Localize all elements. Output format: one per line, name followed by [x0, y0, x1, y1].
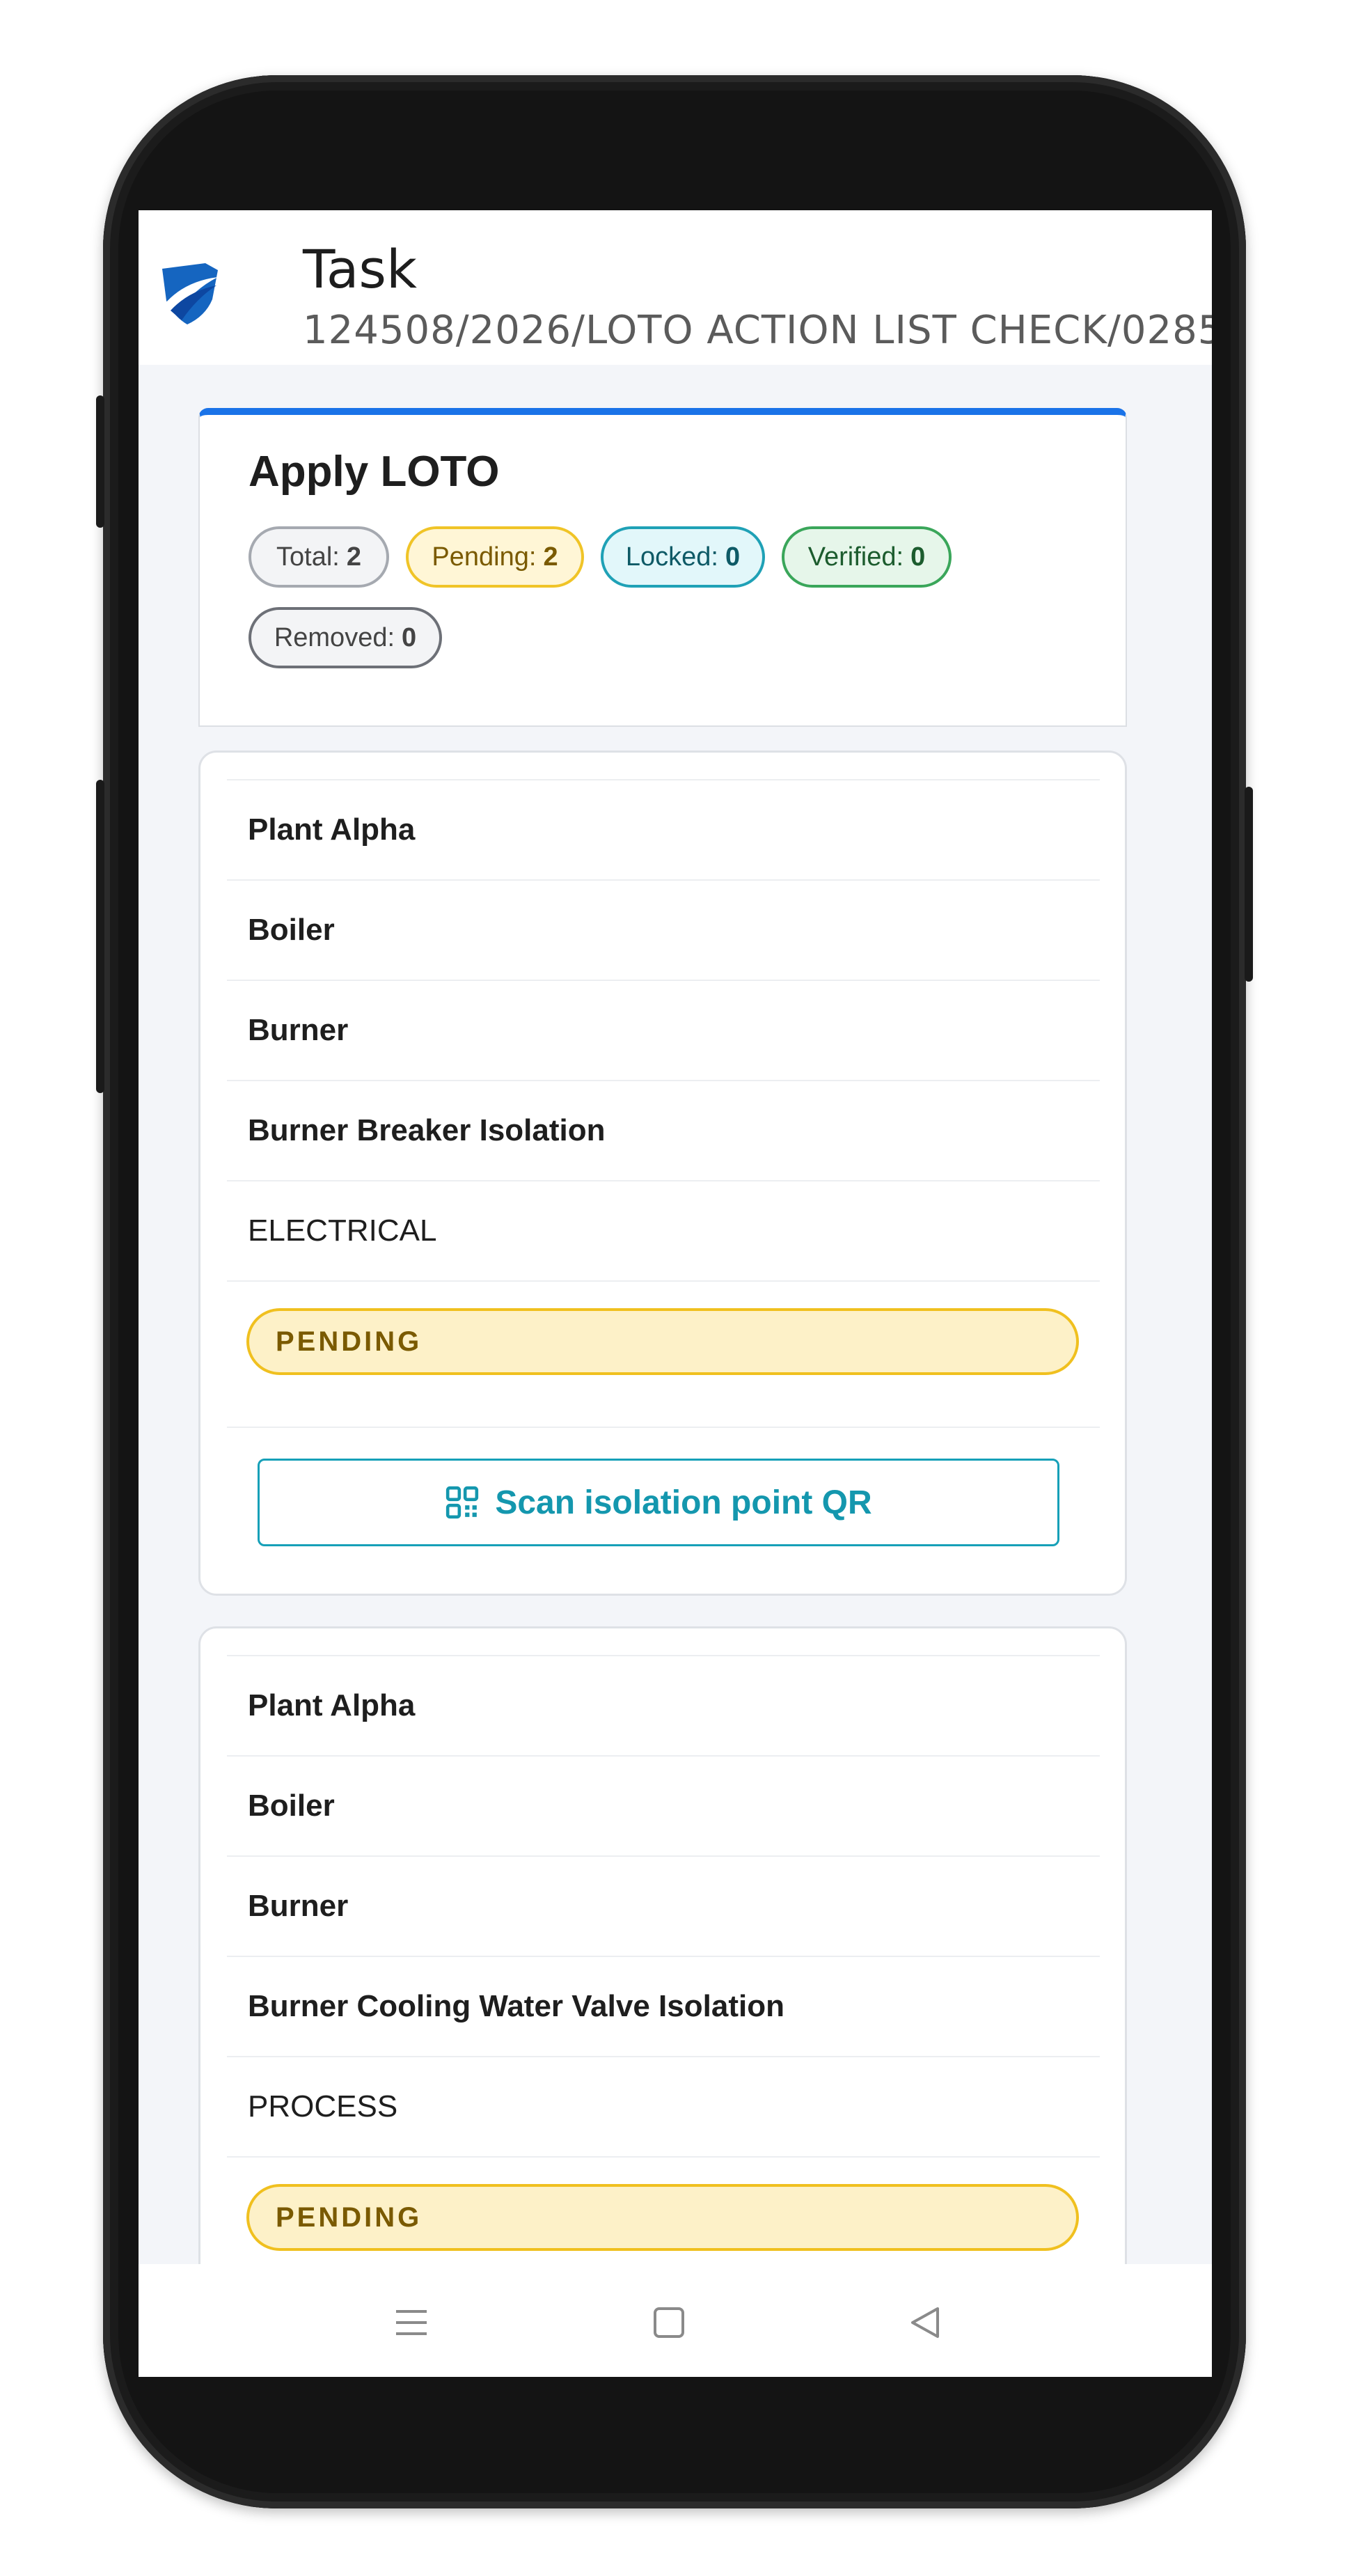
removed-value: 0: [402, 622, 417, 652]
scan-qr-label: Scan isolation point QR: [495, 1484, 872, 1521]
equipment-row: Burner: [227, 980, 1100, 1080]
removed-count-badge: Removed: 0: [248, 607, 442, 668]
total-count-badge: Total: 2: [248, 526, 389, 588]
status-badge: PENDING: [246, 2184, 1079, 2251]
total-value: 2: [346, 542, 361, 572]
removed-label: Removed:: [274, 622, 395, 652]
verified-label: Verified:: [807, 542, 904, 572]
isolation-name: Burner Cooling Water Valve Isolation: [248, 1989, 784, 2023]
locked-value: 0: [725, 542, 741, 572]
page-title: Task: [303, 238, 418, 300]
back-triangle-icon[interactable]: [906, 2303, 945, 2342]
volume-up-button: [96, 395, 104, 528]
volume-down-button: [96, 780, 104, 1093]
status-text: PENDING: [276, 2201, 423, 2233]
system-nav-bar: [139, 2264, 1212, 2377]
home-square-icon[interactable]: [649, 2303, 688, 2342]
type-row: PROCESS: [227, 2056, 1100, 2156]
isolation-type: ELECTRICAL: [248, 1214, 437, 1248]
equipment-name: Burner: [248, 1013, 349, 1047]
app-header: Task 124508/2026/LOTO ACTION LIST CHECK/…: [139, 210, 1212, 365]
pending-value: 2: [543, 542, 558, 572]
shield-logo-icon: [162, 263, 218, 324]
area-row: Boiler: [227, 1755, 1100, 1855]
isolation-row: Burner Cooling Water Valve Isolation: [227, 1956, 1100, 2056]
locked-count-badge: Locked: 0: [601, 526, 765, 588]
status-text: PENDING: [276, 1326, 423, 1357]
summary-title: Apply LOTO: [248, 448, 500, 496]
verified-count-badge: Verified: 0: [782, 526, 952, 588]
area-row: Boiler: [227, 879, 1100, 980]
menu-icon[interactable]: [392, 2303, 431, 2342]
power-button: [1245, 787, 1253, 982]
area-name: Boiler: [248, 1789, 335, 1823]
plant-name: Plant Alpha: [248, 1688, 416, 1722]
isolation-row: Burner Breaker Isolation: [227, 1080, 1100, 1180]
plant-row: Plant Alpha: [227, 1655, 1100, 1755]
isolation-type: PROCESS: [248, 2089, 398, 2123]
scan-qr-button[interactable]: Scan isolation point QR: [258, 1459, 1059, 1546]
status-badge: PENDING: [246, 1308, 1079, 1375]
pending-count-badge: Pending: 2: [406, 526, 584, 588]
total-label: Total:: [276, 542, 340, 572]
equipment-row: Burner: [227, 1855, 1100, 1956]
plant-name: Plant Alpha: [248, 812, 416, 847]
area-name: Boiler: [248, 913, 335, 947]
isolation-point-card: Plant Alpha Boiler Burner Burner Cooling…: [198, 1626, 1127, 2309]
divider: [227, 1427, 1100, 1428]
app-screen: Task 124508/2026/LOTO ACTION LIST CHECK/…: [139, 210, 1212, 2377]
locked-label: Locked:: [625, 542, 718, 572]
verified-value: 0: [910, 542, 926, 572]
pending-label: Pending:: [432, 542, 537, 572]
equipment-name: Burner: [248, 1889, 349, 1923]
isolation-point-card: Plant Alpha Boiler Burner Burner Breaker…: [198, 751, 1127, 1596]
type-row: ELECTRICAL: [227, 1180, 1100, 1280]
summary-card: Apply LOTO Total: 2 Pending: 2 Locked: 0…: [198, 408, 1127, 727]
isolation-name: Burner Breaker Isolation: [248, 1113, 606, 1147]
qr-code-icon: [446, 1486, 479, 1519]
task-number: 124508/2026/LOTO ACTION LIST CHECK/0285: [303, 308, 1212, 353]
plant-row: Plant Alpha: [227, 779, 1100, 879]
